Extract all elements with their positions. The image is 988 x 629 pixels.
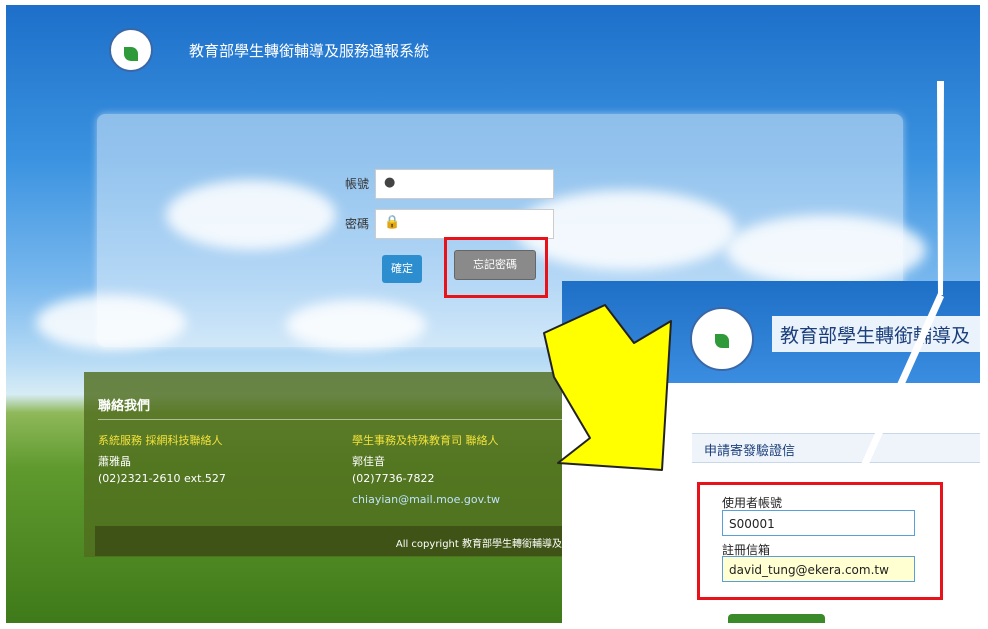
white-pointer-diagonal [858,293,944,475]
white-pointer-vertical [937,81,944,295]
yellow-arrow [543,304,672,471]
annotation-layer [543,81,944,475]
screenshot-canvas: 教育部學生轉銜輔導及服務通報系統 帳號 ● 密碼 🔒 確定 忘記密碼 聯絡我們 … [6,5,980,623]
